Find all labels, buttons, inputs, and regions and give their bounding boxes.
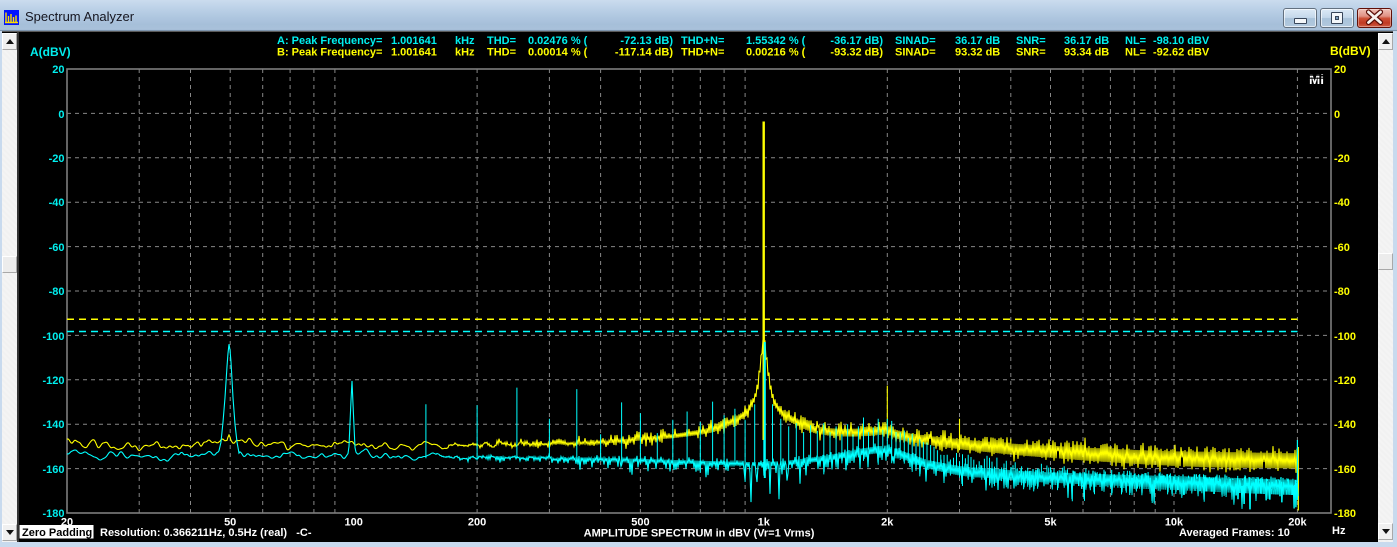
svg-text:-100: -100 [1334,331,1356,343]
svg-text:-160: -160 [1334,464,1356,476]
svg-text:0: 0 [1334,109,1340,121]
svg-text:-120: -120 [1334,375,1356,387]
svg-text:NL=: NL= [1125,35,1146,47]
svg-text:-20: -20 [49,153,65,165]
svg-text:1.001641: 1.001641 [391,35,437,47]
svg-text:93.32 dB: 93.32 dB [955,47,1000,59]
svg-text:-93.32 dB): -93.32 dB) [830,47,883,59]
svg-text:THD+N=: THD+N= [681,47,724,59]
svg-text:Mi: Mi [1309,72,1324,87]
svg-text:93.34 dB: 93.34 dB [1064,47,1109,59]
svg-text:1.55342 % (: 1.55342 % ( [746,35,806,47]
svg-text:A(dBV): A(dBV) [30,45,71,59]
svg-text:-100: -100 [42,331,64,343]
svg-text:2k: 2k [881,517,894,529]
svg-text:-140: -140 [42,419,64,431]
svg-text:0.00014 % (: 0.00014 % ( [528,47,588,59]
svg-text:-98.10 dBV: -98.10 dBV [1153,35,1210,47]
svg-text:-92.62 dBV: -92.62 dBV [1153,47,1210,59]
svg-text:-36.17 dB): -36.17 dB) [830,35,883,47]
svg-text:kHz: kHz [455,35,475,47]
svg-text:100: 100 [345,517,363,529]
svg-text:AMPLITUDE SPECTRUM in dBV (Vr=: AMPLITUDE SPECTRUM in dBV (Vr=1 Vrms) [584,528,815,540]
svg-text:B(dBV): B(dBV) [1330,44,1371,58]
svg-text:-160: -160 [42,464,64,476]
svg-text:Averaged Frames: 10: Averaged Frames: 10 [1179,527,1290,539]
svg-text:THD=: THD= [487,35,516,47]
svg-text:-180: -180 [1334,508,1356,520]
svg-text:-140: -140 [1334,419,1356,431]
svg-text:20: 20 [1334,64,1346,76]
svg-text:-60: -60 [1334,242,1350,254]
svg-text:0.02476 % (: 0.02476 % ( [528,35,588,47]
svg-text:200: 200 [468,517,486,529]
svg-text:-60: -60 [49,242,65,254]
svg-text:20: 20 [52,64,64,76]
svg-text:-120: -120 [42,375,64,387]
svg-text:-40: -40 [49,197,65,209]
svg-text:SINAD=: SINAD= [895,35,936,47]
svg-text:-20: -20 [1334,153,1350,165]
svg-text:36.17 dB: 36.17 dB [1064,35,1109,47]
svg-text:B: Peak Frequency=: B: Peak Frequency= [277,47,382,59]
svg-text:Zero Padding: Zero Padding [22,527,92,539]
svg-text:THD=: THD= [487,47,516,59]
svg-text:5k: 5k [1044,517,1057,529]
svg-text:NL=: NL= [1125,47,1146,59]
svg-text:Hz: Hz [1332,525,1346,537]
svg-text:20k: 20k [1288,517,1307,529]
svg-text:-80: -80 [49,286,65,298]
svg-text:-72.13 dB): -72.13 dB) [620,35,673,47]
svg-text:0: 0 [58,109,64,121]
svg-text:kHz: kHz [455,47,475,59]
svg-text:-40: -40 [1334,197,1350,209]
svg-text:-80: -80 [1334,286,1350,298]
svg-text:36.17 dB: 36.17 dB [955,35,1000,47]
svg-text:A: Peak Frequency=: A: Peak Frequency= [277,35,382,47]
svg-text:THD+N=: THD+N= [681,35,724,47]
svg-text:1.001641: 1.001641 [391,47,437,59]
svg-text:SNR=: SNR= [1016,35,1046,47]
svg-text:SINAD=: SINAD= [895,47,936,59]
svg-text:Resolution: 0.366211Hz, 0.5Hz: Resolution: 0.366211Hz, 0.5Hz (real) -C- [100,527,312,539]
svg-text:0.00216 % (: 0.00216 % ( [746,47,806,59]
svg-text:SNR=: SNR= [1016,47,1046,59]
svg-text:-117.14 dB): -117.14 dB) [615,47,673,59]
